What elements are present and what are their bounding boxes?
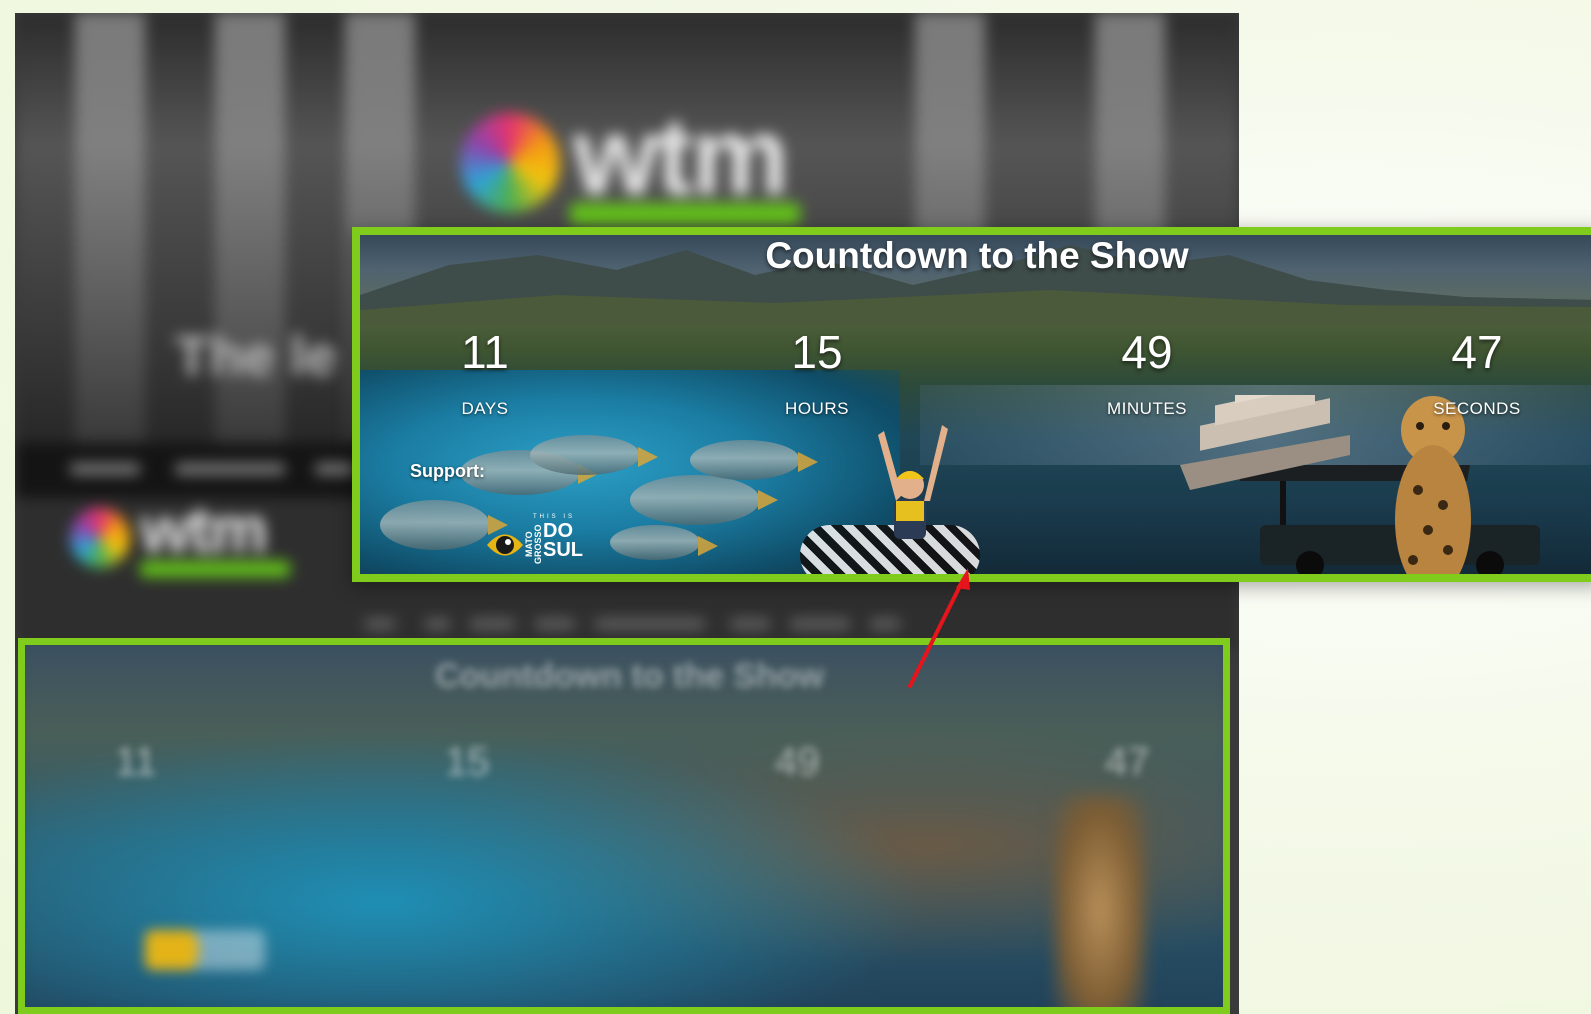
hours-label: HOURS [785,399,849,418]
screenshot-canvas: wtm The le wtm Countdown to the Show 11 … [0,0,1591,1014]
countdown-title-blurred: Countdown to the Show [435,657,825,695]
header-logo-text[interactable]: wtm [140,491,268,567]
sponsor-logo-mato-grosso-do-sul[interactable]: THIS IS MATO GROSSO DO SUL [485,514,605,570]
nav-item[interactable] [175,463,285,475]
countdown-days: 11 DAYS [405,327,565,419]
seconds-label: SECONDS [1433,399,1521,418]
fish-image [610,525,718,560]
sponsor-logo-blurred [145,930,265,970]
fish-image [630,475,778,525]
fish-image [380,500,508,550]
menu-item[interactable] [595,619,705,629]
fish-image [690,440,818,480]
hours-value: 15 [791,326,843,378]
support-label: Support: [410,461,485,481]
countdown-hours: 15 HOURS [737,327,897,419]
header-logo-bar [140,561,290,577]
wtm-logo-mark [460,113,560,213]
eye-icon [487,534,523,556]
waterfall-decoration [75,13,145,453]
menu-item[interactable] [470,619,515,629]
nav-item[interactable] [70,463,140,475]
wtm-logo-text: wtm [573,95,789,218]
countdown-minutes: 49 MINUTES [1067,327,1227,419]
menu-item[interactable] [535,619,575,629]
menu-item[interactable] [790,619,850,629]
hero-tagline: The le [175,324,337,387]
menu-item[interactable] [425,619,450,629]
fish-image [530,435,658,475]
menu-item[interactable] [730,619,770,629]
days-value-blurred: 11 [115,740,157,784]
days-label: DAYS [461,399,509,418]
sponsor-main-text: DO SUL [543,521,583,561]
seconds-value: 47 [1451,326,1503,378]
menu-item[interactable] [365,619,395,629]
seconds-value-blurred: 47 [1105,740,1150,784]
header-logo-mark[interactable] [70,508,130,568]
minutes-value: 49 [1121,326,1173,378]
sponsor-main-line2: SUL [543,539,583,561]
nav-item[interactable] [315,463,355,475]
countdown-section-original: Countdown to the Show 11 15 49 47 [18,638,1230,1014]
countdown-zoom-callout: Countdown to the Show 11 DAYS 15 HOURS 4… [352,227,1591,582]
days-value: 11 [461,326,509,378]
countdown-title: Countdown to the Show [765,235,1189,276]
minutes-label: MINUTES [1107,399,1187,418]
sponsor-vertical-text: MATO GROSSO [524,524,543,564]
menu-item[interactable] [870,619,900,629]
jaguar-image-blurred [1055,795,1145,1007]
hours-value-blurred: 15 [445,740,490,784]
minutes-value-blurred: 49 [775,740,820,784]
wtm-logo-bar [570,203,800,225]
countdown-seconds: 47 SECONDS [1397,327,1557,419]
rafter-image [878,425,948,539]
